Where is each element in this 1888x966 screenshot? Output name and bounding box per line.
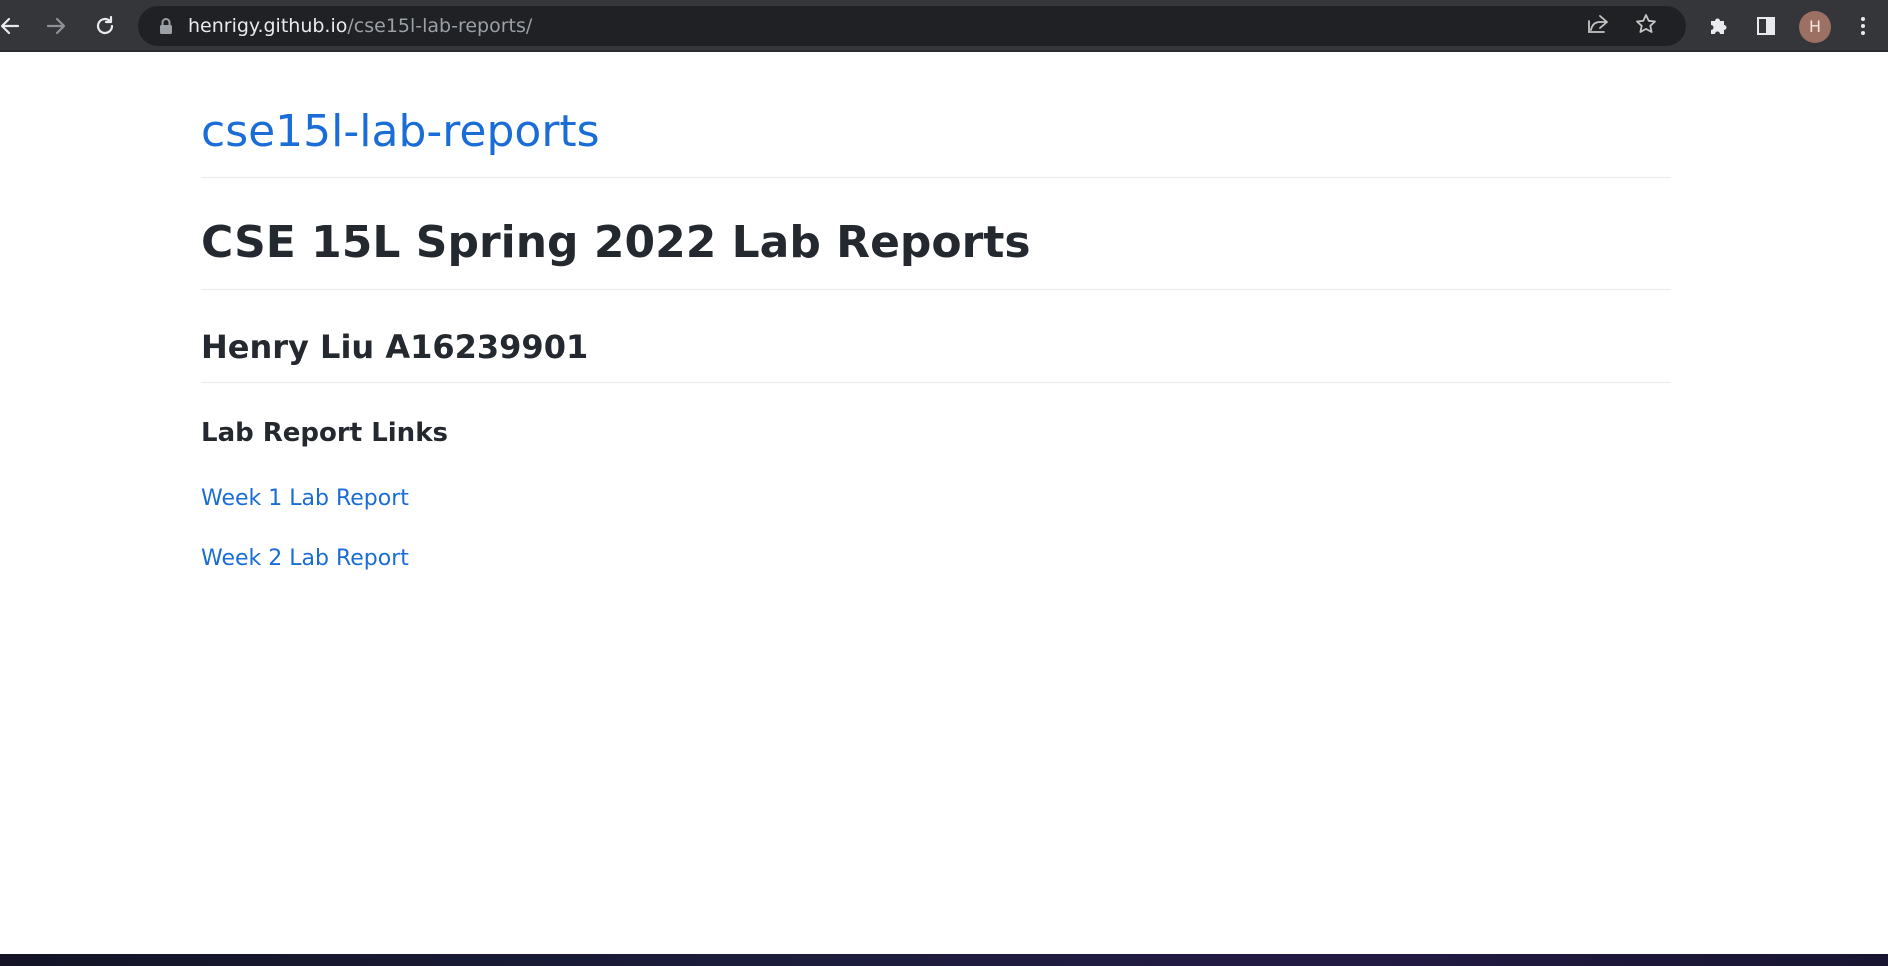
web-page: cse15l-lab-reports CSE 15L Spring 2022 L…: [0, 54, 1888, 954]
page-heading: CSE 15L Spring 2022 Lab Reports: [201, 217, 1031, 268]
week-1-lab-report-link[interactable]: Week 1 Lab Report: [201, 486, 409, 511]
reload-button[interactable]: [87, 8, 123, 44]
lock-icon[interactable]: [156, 16, 176, 36]
share-button[interactable]: [1580, 8, 1616, 44]
reload-icon: [94, 15, 116, 37]
browser-menu-button[interactable]: [1845, 8, 1881, 44]
arrow-left-icon: [0, 15, 21, 37]
heading-divider: [201, 289, 1671, 290]
side-panel-icon: [1755, 15, 1777, 37]
site-title-link[interactable]: cse15l-lab-reports: [201, 106, 600, 157]
arrow-right-icon: [45, 15, 67, 37]
section-heading: Lab Report Links: [201, 418, 448, 448]
profile-avatar[interactable]: H: [1799, 11, 1831, 43]
share-icon: [1586, 13, 1610, 39]
subheading-divider: [201, 382, 1671, 383]
puzzle-icon: [1707, 15, 1729, 37]
header-divider: [201, 177, 1671, 178]
extensions-button[interactable]: [1700, 8, 1736, 44]
address-bar[interactable]: henrigy.github.io/cse15l-lab-reports/: [138, 6, 1686, 46]
bookmark-button[interactable]: [1628, 8, 1664, 44]
forward-button[interactable]: [38, 8, 74, 44]
os-taskbar-strip: [0, 954, 1888, 966]
url-text[interactable]: henrigy.github.io/cse15l-lab-reports/: [188, 6, 532, 46]
url-host: henrigy.github.io: [188, 15, 348, 37]
star-icon: [1635, 13, 1657, 39]
back-button[interactable]: [0, 8, 28, 44]
url-path: /cse15l-lab-reports/: [347, 15, 533, 37]
browser-toolbar: henrigy.github.io/cse15l-lab-reports/ H: [0, 0, 1888, 52]
week-2-lab-report-link[interactable]: Week 2 Lab Report: [201, 546, 409, 571]
author-heading: Henry Liu A16239901: [201, 328, 589, 366]
kebab-menu-icon: [1859, 15, 1867, 37]
side-panel-button[interactable]: [1748, 8, 1784, 44]
